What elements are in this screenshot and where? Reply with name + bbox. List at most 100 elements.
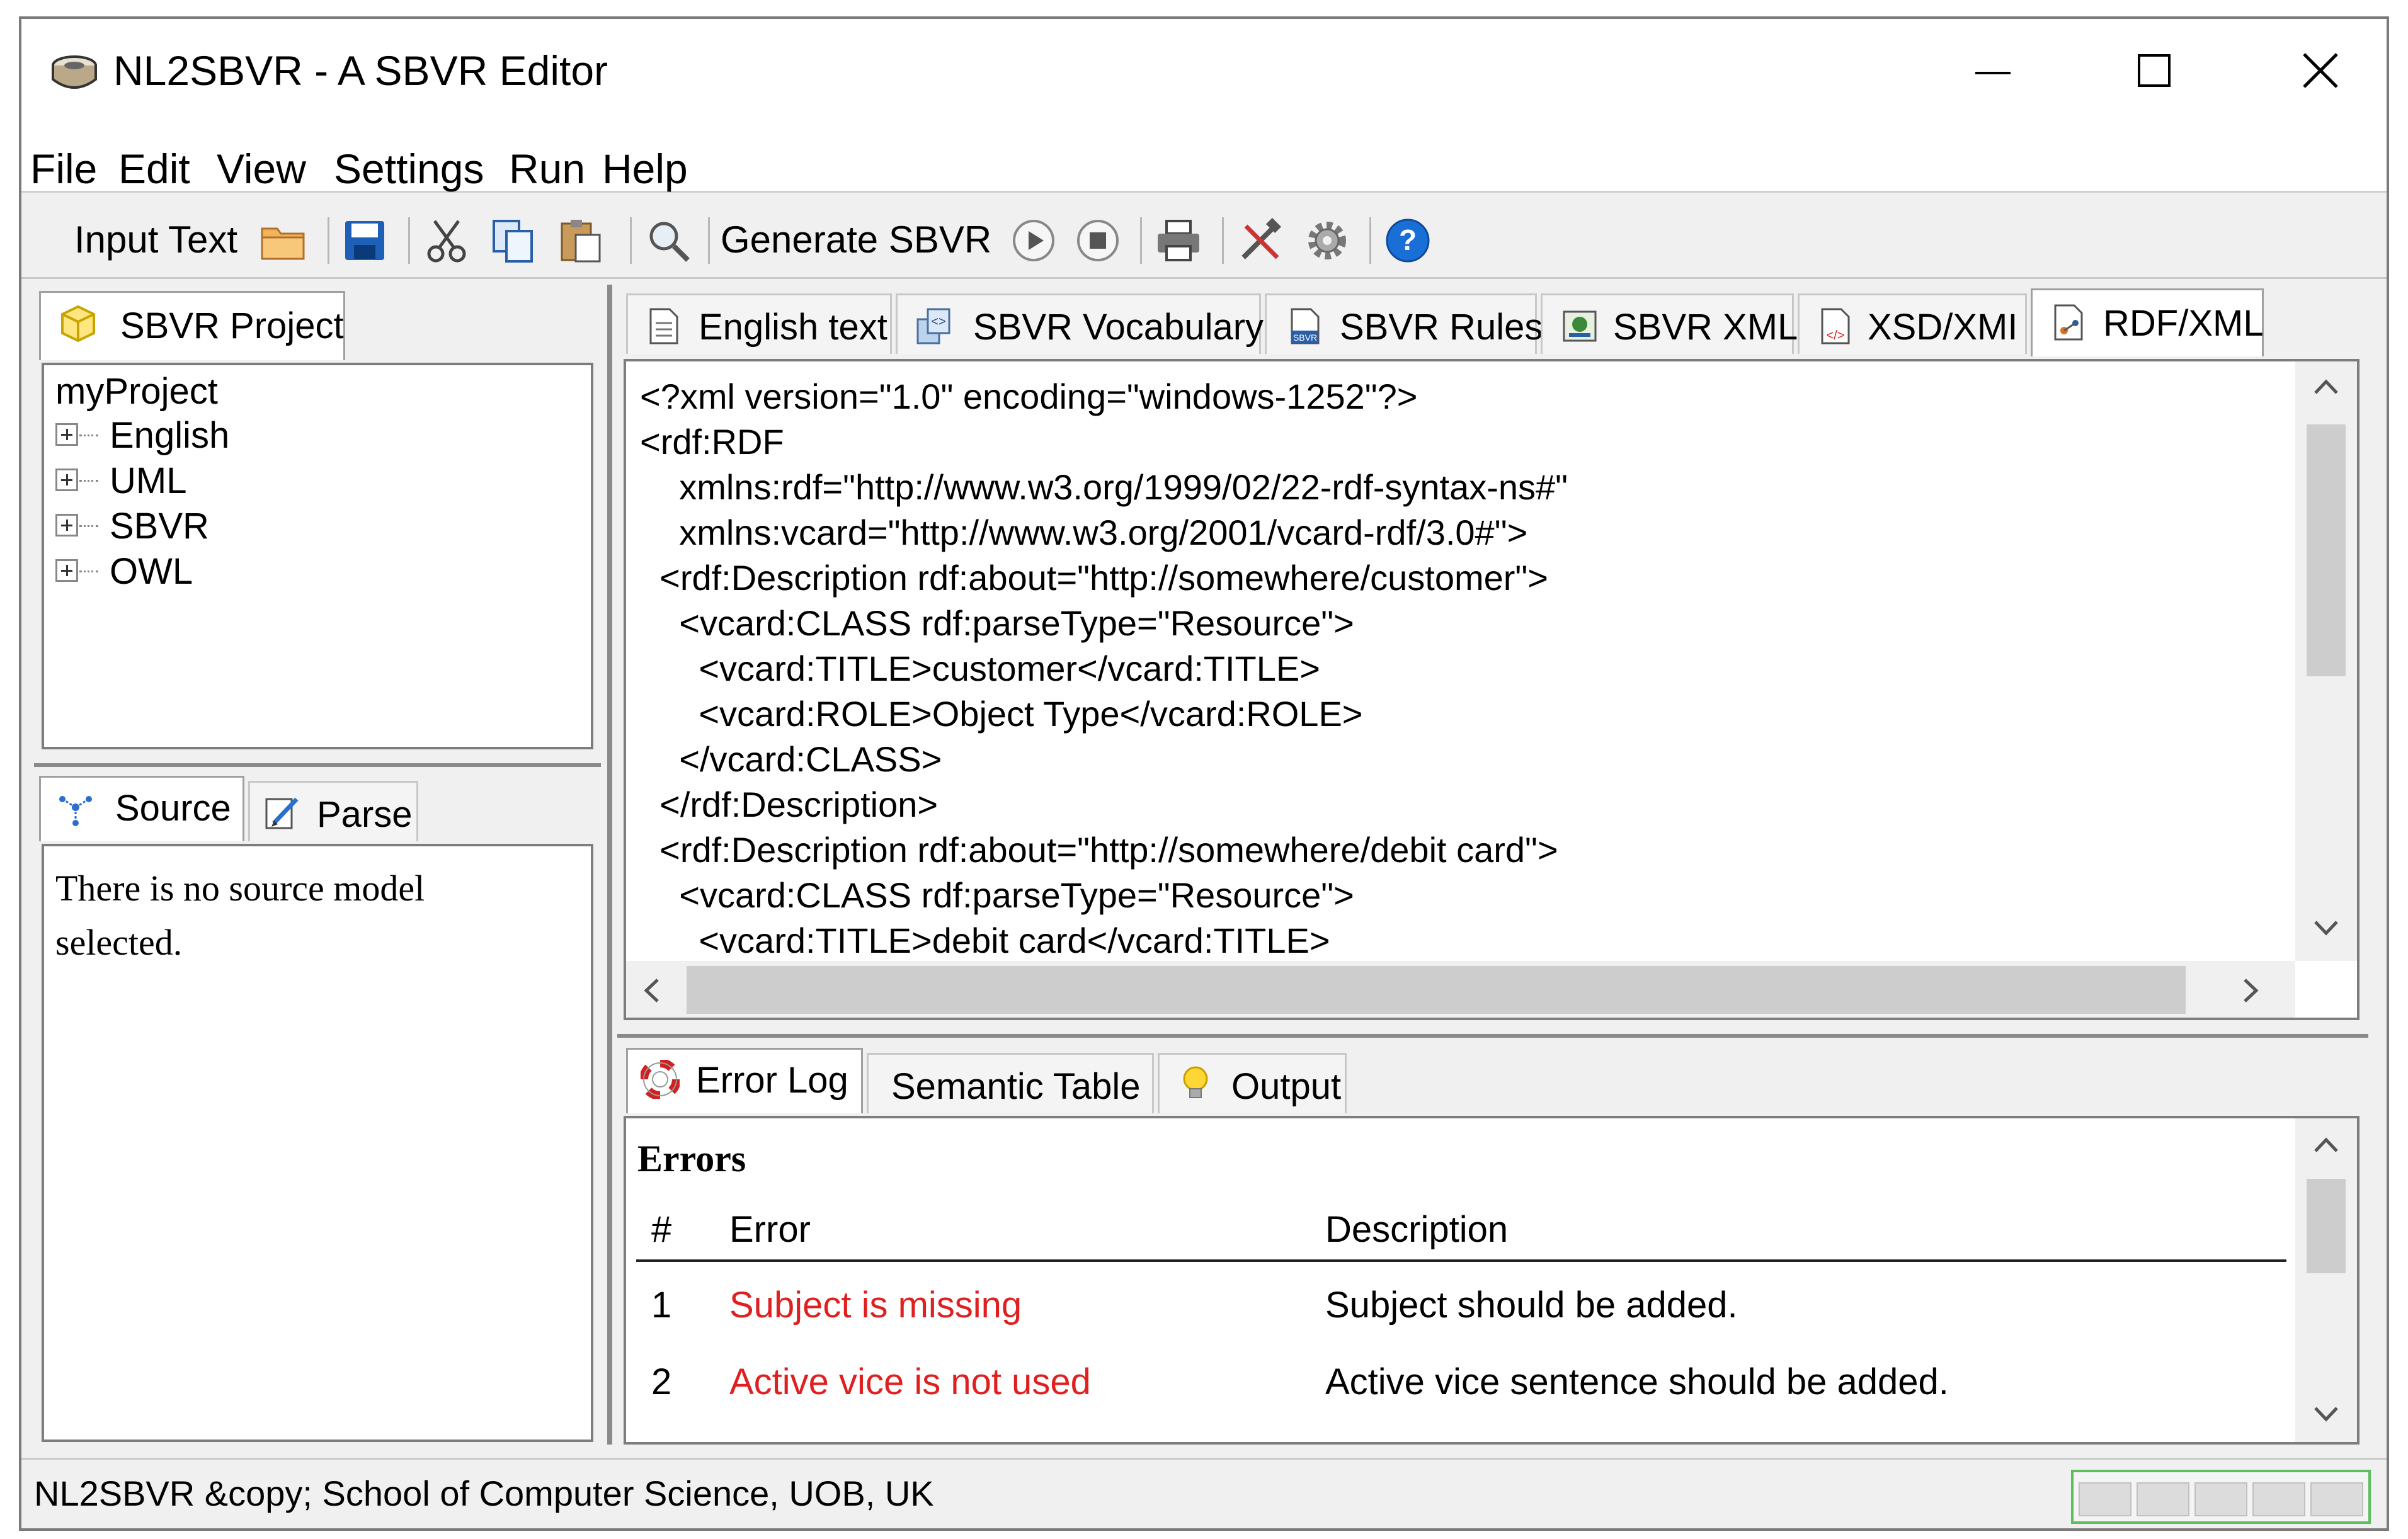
xml-icon <box>1560 307 1599 346</box>
cut-icon[interactable] <box>423 217 470 264</box>
tree-root[interactable]: myProject <box>55 369 218 414</box>
tree-item-english[interactable]: English <box>110 413 229 458</box>
scroll-up-icon[interactable] <box>2310 374 2342 399</box>
scroll-right-icon[interactable] <box>2239 975 2264 1006</box>
tab-label: Output <box>1231 1066 1342 1107</box>
title-bar: NL2SBVR - A SBVR Editor <box>21 19 2387 136</box>
expand-icon[interactable] <box>55 469 78 491</box>
tab-label: Source <box>115 788 231 829</box>
tab-source[interactable]: Source <box>39 776 244 841</box>
progress-segment <box>2252 1482 2305 1516</box>
expand-icon[interactable] <box>55 514 78 537</box>
horizontal-scrollbar[interactable] <box>626 961 2295 1018</box>
help-icon[interactable]: ? <box>1384 217 1431 264</box>
tab-semantic-table[interactable]: Semantic Table <box>867 1053 1154 1113</box>
toolbar-separator <box>630 217 632 264</box>
scroll-thumb[interactable] <box>2307 424 2346 676</box>
app-logo-icon <box>49 52 100 93</box>
vertical-scrollbar[interactable] <box>2295 361 2357 961</box>
main-splitter[interactable] <box>607 285 612 1445</box>
scroll-thumb[interactable] <box>2307 1179 2346 1273</box>
tree-item-uml[interactable]: UML <box>110 458 186 504</box>
column-header-num: # <box>651 1209 672 1250</box>
menu-bar: File Edit View Settings Run Help <box>21 136 2387 193</box>
tab-label: Parse <box>317 794 413 835</box>
close-icon <box>2303 53 2338 88</box>
folder-open-icon[interactable] <box>260 217 306 264</box>
play-icon[interactable] <box>1010 217 1057 264</box>
tree-connector <box>79 571 98 572</box>
maximize-button[interactable] <box>2110 44 2198 101</box>
row-num: 1 <box>651 1285 672 1326</box>
scroll-up-icon[interactable] <box>2310 1132 2342 1157</box>
tab-label: SBVR Project <box>120 305 344 346</box>
menu-file[interactable]: File <box>30 144 97 194</box>
minimize-button[interactable] <box>1949 44 2037 101</box>
row-error: Active vice is not used <box>729 1361 1091 1402</box>
progress-segment <box>2137 1482 2189 1516</box>
input-text-button[interactable]: Input Text <box>74 217 237 263</box>
tab-sbvr-xml[interactable]: SBVR XML <box>1541 293 1798 354</box>
scroll-left-icon[interactable] <box>639 975 664 1006</box>
menu-view[interactable]: View <box>217 144 306 194</box>
lightbulb-icon <box>1176 1064 1215 1103</box>
paste-icon[interactable] <box>557 217 603 264</box>
menu-help[interactable]: Help <box>602 144 688 194</box>
code-line: <vcard:ROLE>Object Type</vcard:ROLE> <box>640 694 1363 734</box>
rdf-icon <box>2049 303 2088 342</box>
search-icon[interactable] <box>645 217 692 264</box>
save-icon[interactable] <box>341 217 388 264</box>
column-header-error: Error <box>729 1209 811 1250</box>
rdf-xml-editor[interactable]: <?xml version="1.0" encoding="windows-12… <box>624 359 2359 1020</box>
row-error: Subject is missing <box>729 1285 1022 1326</box>
tab-parse[interactable]: Parse <box>248 781 418 841</box>
window-title: NL2SBVR - A SBVR Editor <box>113 47 608 94</box>
print-icon[interactable] <box>1155 217 1202 264</box>
tab-xsd-xmi[interactable]: </> XSD/XMI <box>1798 293 2027 354</box>
menu-edit[interactable]: Edit <box>118 144 190 194</box>
expand-icon[interactable] <box>55 423 78 446</box>
status-text: NL2SBVR &copy; School of Computer Scienc… <box>34 1474 934 1513</box>
tab-label: RDF/XML <box>2103 303 2264 344</box>
tab-label: SBVR Rules <box>1340 307 1543 348</box>
cube-icon <box>59 304 98 343</box>
code-line: </rdf:Description> <box>640 785 939 824</box>
close-button[interactable] <box>2276 44 2365 101</box>
tab-english-text[interactable]: English text <box>626 293 892 354</box>
menu-run[interactable]: Run <box>509 144 585 194</box>
scroll-down-icon[interactable] <box>2310 916 2342 941</box>
tab-sbvr-vocabulary[interactable]: <> SBVR Vocabulary <box>896 293 1264 354</box>
header-divider <box>636 1259 2286 1262</box>
tree-item-owl[interactable]: OWL <box>110 549 193 594</box>
copy-icon[interactable] <box>490 217 537 264</box>
document-icon <box>644 307 683 346</box>
source-icon <box>56 788 95 827</box>
generate-sbvr-button[interactable]: Generate SBVR <box>721 217 991 263</box>
toolbar-separator <box>708 217 710 264</box>
row-description: Active vice sentence should be added. <box>1325 1361 1949 1402</box>
gear-icon[interactable] <box>1304 217 1350 264</box>
menu-settings[interactable]: Settings <box>334 144 484 194</box>
tab-output[interactable]: Output <box>1158 1053 1347 1113</box>
tab-sbvr-project[interactable]: SBVR Project <box>39 291 345 360</box>
column-header-description: Description <box>1325 1209 1509 1250</box>
svg-text:</>: </> <box>1827 329 1845 343</box>
right-splitter[interactable] <box>617 1034 2368 1038</box>
hscroll-thumb[interactable] <box>687 966 2186 1014</box>
tree-item-sbvr[interactable]: SBVR <box>110 504 209 549</box>
code-line: </vcard:CLASS> <box>640 739 942 779</box>
expand-icon[interactable] <box>55 559 78 582</box>
error-vertical-scrollbar[interactable] <box>2295 1118 2357 1442</box>
stop-icon[interactable] <box>1075 217 1121 264</box>
error-log-panel: Errors # Error Description 1 Subject is … <box>624 1116 2359 1445</box>
tab-error-log[interactable]: Error Log <box>626 1048 863 1113</box>
tab-rdf-xml[interactable]: RDF/XML <box>2031 288 2264 356</box>
left-splitter[interactable] <box>34 763 601 767</box>
code-line: <rdf:Description rdf:about="http://somew… <box>640 558 1548 598</box>
tab-label: English text <box>699 307 887 348</box>
scroll-down-icon[interactable] <box>2310 1402 2342 1427</box>
errors-heading: Errors <box>637 1138 746 1179</box>
tools-icon[interactable] <box>1237 217 1284 264</box>
source-panel: There is no source model selected. <box>42 844 593 1442</box>
tab-sbvr-rules[interactable]: SBVR SBVR Rules <box>1265 293 1543 354</box>
